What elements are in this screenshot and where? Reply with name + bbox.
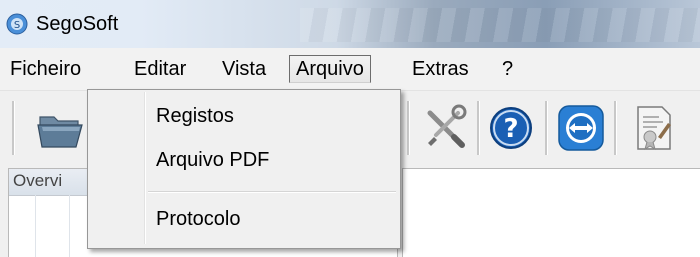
menu-arquivo[interactable]: Arquivo [289, 55, 371, 83]
toolbar-separator [407, 101, 410, 155]
grid-line [69, 195, 70, 257]
arquivo-dropdown-menu: Registos Arquivo PDF Protocolo [87, 89, 401, 249]
certificate-document-icon[interactable] [628, 103, 678, 153]
overview-label: Overvi [13, 171, 63, 190]
folder-open-icon[interactable] [36, 103, 86, 153]
help-icon[interactable]: ? [486, 103, 536, 153]
toolbar-separator [614, 101, 617, 155]
toolbar-separator [477, 101, 480, 155]
content-area [402, 168, 700, 257]
menu-item-protocolo[interactable]: Protocolo [156, 204, 241, 234]
menu-ficheiro[interactable]: Ficheiro [4, 55, 87, 83]
menu-extras[interactable]: Extras [406, 55, 475, 83]
menu-vista[interactable]: Vista [216, 55, 272, 83]
toolbar-separator [12, 101, 15, 155]
svg-text:?: ? [503, 114, 518, 144]
svg-text:S: S [14, 20, 20, 31]
tools-icon[interactable] [420, 103, 470, 153]
menu-icon-gutter [144, 92, 146, 244]
window-title: SegoSoft [36, 13, 119, 35]
menu-editar[interactable]: Editar [128, 55, 192, 83]
teamviewer-icon[interactable] [556, 103, 606, 153]
title-bar: S SegoSoft [0, 0, 700, 48]
toolbar-separator [545, 101, 548, 155]
segosoft-app-icon: S [6, 13, 28, 35]
grid-line [35, 195, 36, 257]
menu-bar: Ficheiro Editar Vista Arquivo Extras ? [0, 48, 700, 90]
menu-item-arquivo-pdf[interactable]: Arquivo PDF [156, 145, 269, 175]
menu-help[interactable]: ? [496, 55, 519, 83]
menu-separator [148, 191, 396, 193]
menu-item-registos[interactable]: Registos [156, 101, 234, 131]
